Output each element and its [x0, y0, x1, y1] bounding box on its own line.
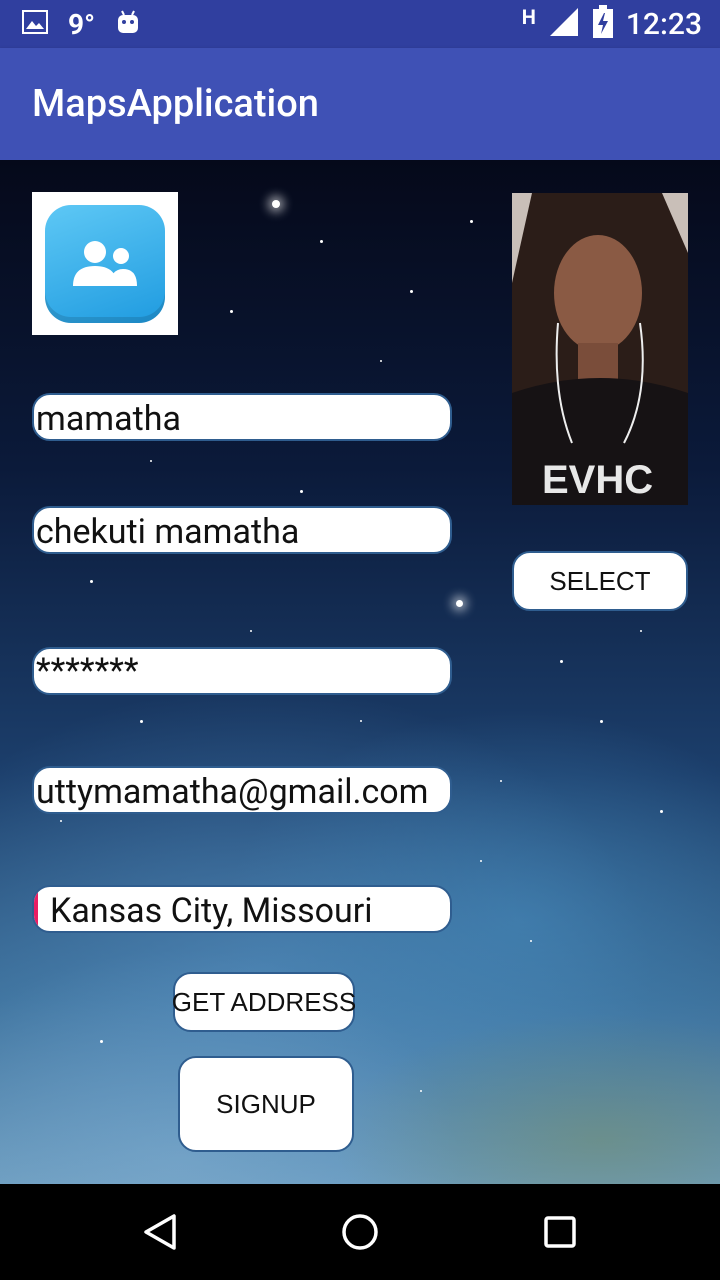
address-field[interactable]: Kansas City, Missouri — [32, 885, 452, 933]
signup-form-area: EVHC mamatha chekuti mamatha ******* utt… — [0, 160, 720, 1184]
password-value: ******* — [36, 651, 139, 691]
star-decoration — [560, 660, 563, 663]
full-name-field[interactable]: chekuti mamatha — [32, 506, 452, 554]
full-name-value: chekuti mamatha — [36, 512, 300, 552]
text-cursor — [34, 889, 38, 931]
get-address-button[interactable]: GET ADDRESS — [172, 972, 356, 1032]
address-value: Kansas City, Missouri — [50, 891, 373, 931]
network-type-text: H — [521, 5, 536, 29]
star-decoration — [456, 600, 463, 607]
app-logo — [32, 192, 178, 335]
clock-text: 12:23 — [625, 6, 702, 42]
star-decoration — [410, 290, 413, 293]
signup-button[interactable]: SIGNUP — [178, 1056, 354, 1152]
star-decoration — [470, 220, 473, 223]
star-decoration — [250, 630, 252, 632]
temperature-text: 9° — [68, 7, 95, 41]
star-decoration — [140, 720, 143, 723]
star-decoration — [380, 360, 382, 362]
star-decoration — [480, 860, 482, 862]
star-decoration — [300, 490, 303, 493]
home-circle-icon[interactable] — [338, 1210, 382, 1254]
star-decoration — [640, 630, 642, 632]
contacts-icon — [45, 204, 165, 323]
profile-photo: EVHC — [512, 193, 688, 505]
star-decoration — [660, 810, 663, 813]
email-field[interactable]: uttymamatha@gmail.com — [32, 766, 452, 814]
app-bar: MapsApplication — [0, 48, 720, 160]
star-decoration — [500, 780, 502, 782]
star-decoration — [360, 720, 362, 722]
star-decoration — [420, 1090, 422, 1092]
navigation-bar — [0, 1184, 720, 1280]
recents-square-icon[interactable] — [538, 1210, 582, 1254]
star-decoration — [530, 940, 532, 942]
star-decoration — [320, 240, 323, 243]
app-title: MapsApplication — [32, 82, 319, 126]
star-decoration — [60, 820, 62, 822]
android-icon — [115, 9, 141, 39]
first-name-field[interactable]: mamatha — [32, 393, 452, 441]
image-icon — [22, 10, 48, 38]
star-decoration — [230, 310, 233, 313]
star-decoration — [90, 580, 93, 583]
star-decoration — [100, 1040, 103, 1043]
signal-icon — [548, 6, 580, 42]
select-photo-button[interactable]: SELECT — [512, 551, 688, 611]
svg-text:EVHC: EVHC — [542, 458, 653, 502]
battery-charging-icon — [592, 5, 614, 43]
star-decoration — [600, 720, 603, 723]
star-decoration — [150, 460, 152, 462]
password-field[interactable]: ******* — [32, 647, 452, 695]
status-bar: 9° H 12:23 — [0, 0, 720, 48]
star-decoration — [272, 200, 280, 208]
back-triangle-icon[interactable] — [138, 1210, 182, 1254]
first-name-value: mamatha — [36, 399, 181, 439]
email-value: uttymamatha@gmail.com — [36, 772, 429, 812]
